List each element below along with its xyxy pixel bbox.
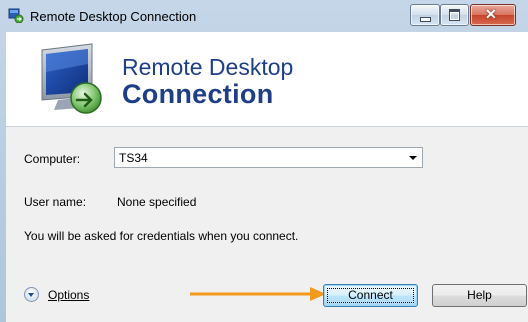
dropdown-arrow-icon[interactable] <box>409 156 417 160</box>
remote-desktop-logo-icon <box>41 43 102 114</box>
options-label[interactable]: Options <box>48 288 89 302</box>
credentials-info-text: You will be asked for credentials when y… <box>24 229 299 243</box>
connect-button[interactable]: Connect <box>323 284 418 307</box>
window-title: Remote Desktop Connection <box>30 9 197 24</box>
remote-desktop-icon <box>8 8 24 23</box>
username-label: User name: <box>24 195 87 209</box>
computer-value[interactable]: TS34 <box>119 151 148 165</box>
dialog-body: Computer: TS34 User name: None specified… <box>6 127 528 322</box>
minimize-button[interactable] <box>410 4 440 26</box>
focus-rectangle <box>327 288 414 303</box>
maximize-button[interactable] <box>440 4 469 26</box>
help-button-label[interactable]: Help <box>467 288 492 302</box>
username-value: None specified <box>117 195 197 209</box>
banner-title-line1: Remote Desktop <box>122 54 294 80</box>
title-bar: Remote Desktop Connection <box>0 0 528 32</box>
chevron-down-circle-icon[interactable] <box>24 287 39 302</box>
options-label-text[interactable]: Options <box>48 288 89 302</box>
help-button[interactable]: Help <box>432 284 527 307</box>
header-banner: Remote Desktop Connection <box>6 32 528 127</box>
computer-label: Computer: <box>24 152 81 166</box>
close-button[interactable] <box>470 4 516 26</box>
banner-title-line2: Connection <box>122 79 274 109</box>
app-window: Remote Desktop Connection ✕ Remote Deskt… <box>0 0 528 322</box>
computer-combobox[interactable]: TS34 <box>114 147 423 168</box>
annotation-arrow-icon <box>190 287 326 301</box>
